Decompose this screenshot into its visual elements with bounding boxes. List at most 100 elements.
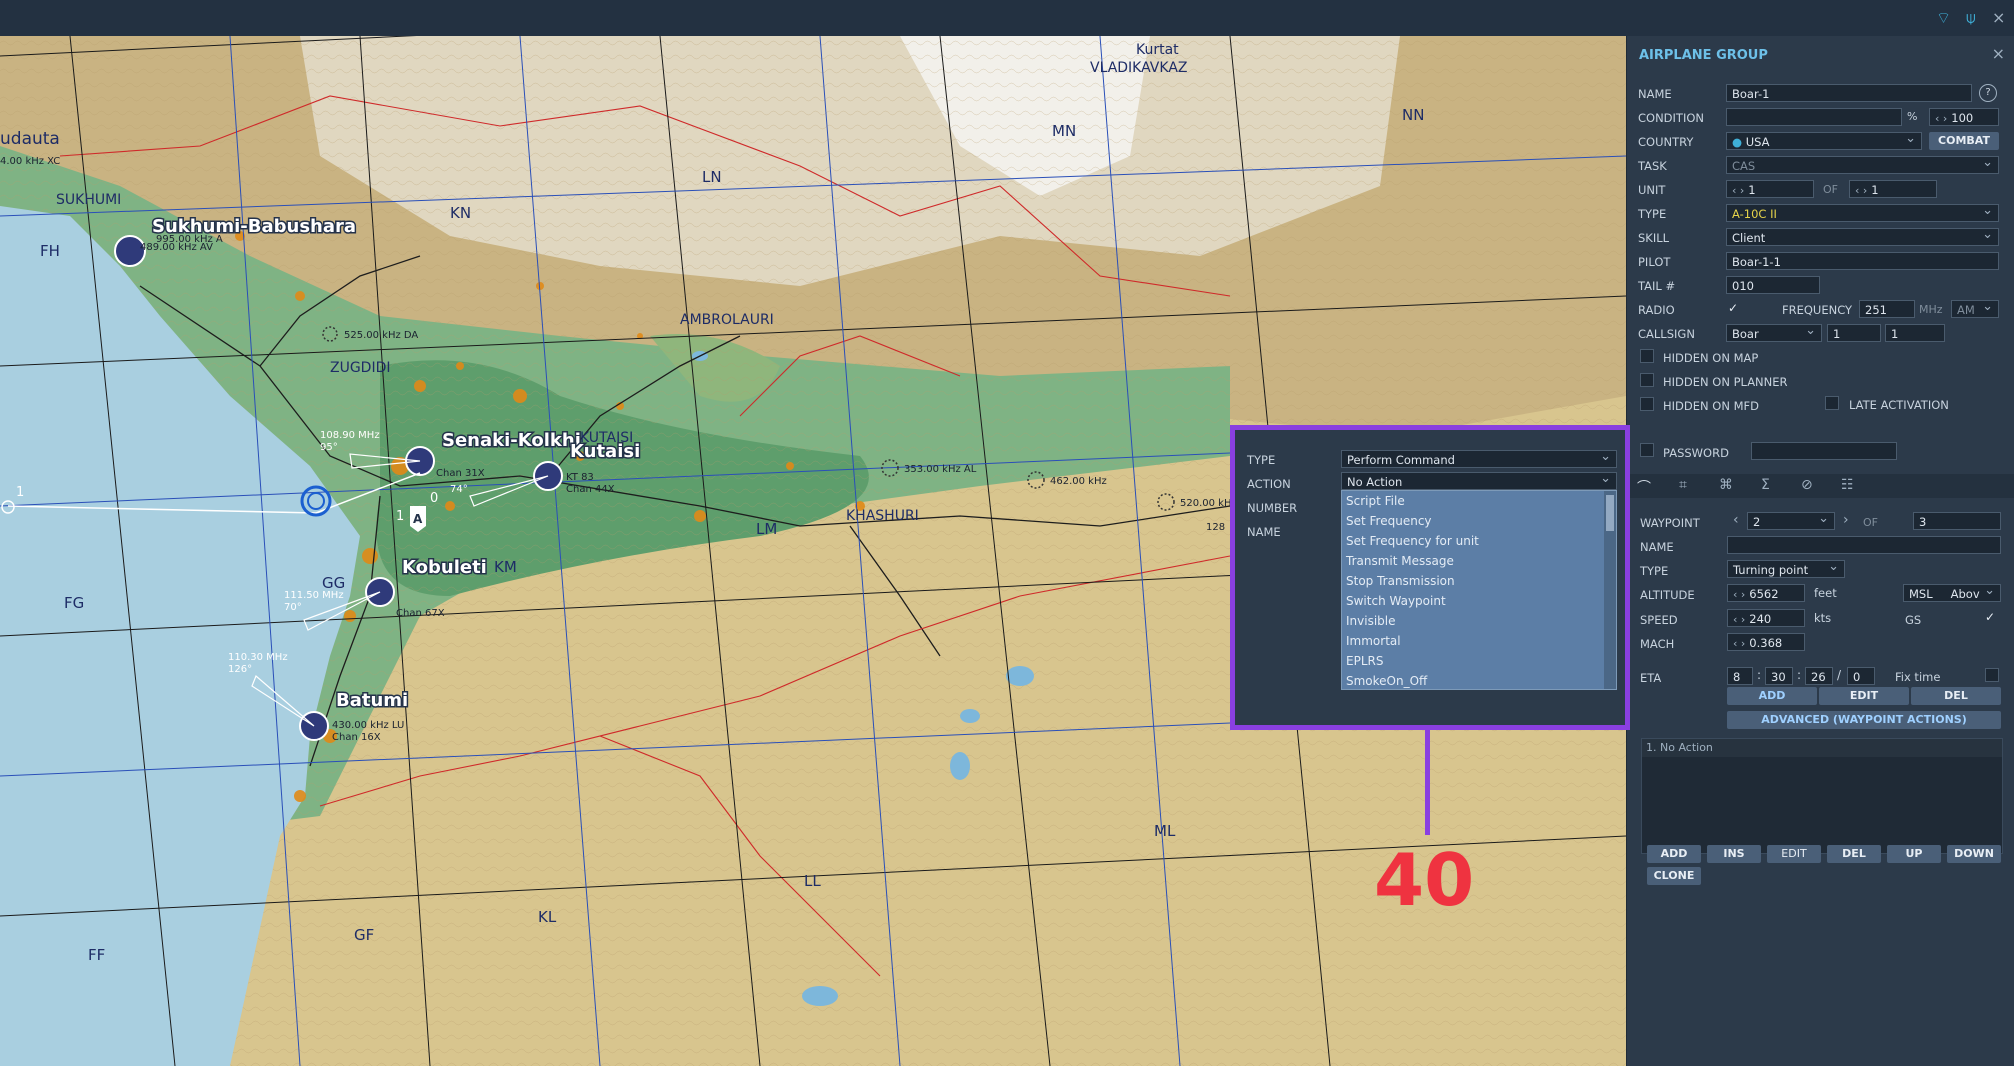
frequency-input[interactable]: 251 bbox=[1859, 300, 1915, 318]
unit-total-input[interactable]: ‹ › 1 bbox=[1849, 180, 1937, 198]
summary-tool-icon[interactable]: Σ bbox=[1761, 477, 1770, 493]
tail-label: TAIL # bbox=[1638, 279, 1676, 293]
task-select[interactable]: CAS bbox=[1726, 156, 1999, 174]
grid-label: LM bbox=[756, 520, 777, 538]
popup-action-select[interactable]: No Action bbox=[1341, 472, 1617, 490]
payload-tool-icon[interactable]: ☷ bbox=[1841, 477, 1854, 493]
percent-label: % bbox=[1907, 110, 1918, 123]
hidden-planner-checkbox[interactable] bbox=[1640, 373, 1654, 387]
name-input[interactable]: Boar-1 bbox=[1726, 84, 1972, 102]
action-edit-button[interactable]: EDIT bbox=[1767, 845, 1821, 863]
tail-input[interactable]: 010 bbox=[1726, 276, 1820, 294]
actions-list[interactable]: 1. No Action bbox=[1641, 738, 2003, 854]
waypoint-total-input[interactable]: 3 bbox=[1913, 512, 2001, 530]
grid-label: FF bbox=[88, 946, 105, 964]
eta-label: ETA bbox=[1640, 671, 1662, 685]
action-up-button[interactable]: UP bbox=[1887, 845, 1941, 863]
gs-checkbox[interactable]: ✓ bbox=[1983, 611, 1997, 625]
action-options-list[interactable]: Script File Set Frequency Set Frequency … bbox=[1341, 490, 1617, 690]
type-select[interactable]: A-10C II bbox=[1726, 204, 1999, 222]
speed-input[interactable]: ‹ › 240 bbox=[1727, 609, 1805, 627]
option-switch-waypoint[interactable]: Switch Waypoint bbox=[1342, 591, 1616, 611]
combat-button[interactable]: COMBAT bbox=[1929, 132, 1999, 150]
waypoint-of-label: OF bbox=[1863, 516, 1878, 529]
option-eplrs[interactable]: EPLRS bbox=[1342, 651, 1616, 671]
action-del-button[interactable]: DEL bbox=[1827, 845, 1881, 863]
late-activation-checkbox[interactable] bbox=[1825, 396, 1839, 410]
action-down-button[interactable]: DOWN bbox=[1947, 845, 2001, 863]
callsign-select[interactable]: Boar bbox=[1726, 324, 1822, 342]
eta-minutes[interactable]: 30 bbox=[1765, 667, 1793, 685]
airplane-group-panel: AIRPLANE GROUP × NAME Boar-1 ? CONDITION… bbox=[1626, 36, 2014, 1066]
waypoint-select[interactable]: 2 bbox=[1747, 512, 1835, 530]
action-ins-button[interactable]: INS bbox=[1707, 845, 1761, 863]
option-set-frequency-unit[interactable]: Set Frequency for unit bbox=[1342, 531, 1616, 551]
wp-add-button[interactable]: ADD bbox=[1727, 687, 1817, 705]
ils-label: 74° bbox=[450, 484, 468, 495]
antenna-icon[interactable]: ⍦ bbox=[1966, 8, 1976, 28]
svg-text:0: 0 bbox=[430, 491, 438, 506]
radio-checkbox[interactable]: ✓ bbox=[1726, 302, 1740, 316]
waypoint-next-icon[interactable]: › bbox=[1843, 512, 1849, 528]
route-tool-icon[interactable]: ⌒ bbox=[1637, 477, 1651, 497]
callsign-number-2[interactable]: 1 bbox=[1885, 324, 1945, 342]
wp-type-select[interactable]: Turning point bbox=[1727, 560, 1845, 578]
option-transmit-message[interactable]: Transmit Message bbox=[1342, 551, 1616, 571]
wp-type-label: TYPE bbox=[1640, 564, 1669, 578]
condition-bar[interactable] bbox=[1726, 108, 1902, 126]
action-list-item[interactable]: 1. No Action bbox=[1642, 739, 2002, 757]
popup-type-select[interactable]: Perform Command bbox=[1341, 450, 1617, 468]
option-script-file[interactable]: Script File bbox=[1342, 491, 1616, 511]
mach-input[interactable]: ‹ › 0.368 bbox=[1727, 633, 1805, 651]
ils-label: 110.30 MHz bbox=[228, 652, 288, 663]
annotation-number: 40 bbox=[1374, 838, 1475, 922]
option-stop-transmission[interactable]: Stop Transmission bbox=[1342, 571, 1616, 591]
eta-seconds[interactable]: 26 bbox=[1805, 667, 1833, 685]
option-set-frequency[interactable]: Set Frequency bbox=[1342, 511, 1616, 531]
close-icon[interactable]: × bbox=[1992, 8, 2005, 27]
help-button[interactable]: ? bbox=[1979, 84, 1997, 102]
tacan-label: Chan 31X bbox=[436, 468, 485, 479]
password-input[interactable] bbox=[1751, 442, 1897, 460]
callsign-number-1[interactable]: 1 bbox=[1827, 324, 1881, 342]
action-clone-button[interactable]: CLONE bbox=[1647, 867, 1701, 885]
hidden-mfd-checkbox[interactable] bbox=[1640, 397, 1654, 411]
mhz-label: MHz bbox=[1919, 303, 1943, 316]
modulation-select[interactable]: AM bbox=[1951, 300, 1999, 318]
panel-close-button[interactable]: × bbox=[1992, 44, 2005, 63]
condition-input[interactable]: ‹ › 100 bbox=[1929, 108, 1999, 126]
skill-select[interactable]: Client bbox=[1726, 228, 1999, 246]
advanced-actions-button[interactable]: ADVANCED (WAYPOINT ACTIONS) bbox=[1727, 711, 2001, 729]
popup-number-label: NUMBER bbox=[1247, 501, 1298, 515]
wp-del-button[interactable]: DEL bbox=[1911, 687, 2001, 705]
pilot-input[interactable]: Boar-1-1 bbox=[1726, 252, 1999, 270]
eta-days[interactable]: 0 bbox=[1847, 667, 1875, 685]
place-label: udauta bbox=[0, 129, 60, 149]
beacon-label: KT 83 bbox=[566, 472, 594, 483]
target-tool-icon[interactable]: ⌗ bbox=[1679, 477, 1687, 493]
grid-label: MN bbox=[1052, 122, 1076, 140]
beacon-label: 462.00 kHz bbox=[1050, 476, 1107, 487]
action-add-button[interactable]: ADD bbox=[1647, 845, 1701, 863]
wp-edit-button[interactable]: EDIT bbox=[1819, 687, 1909, 705]
place-label: SUKHUMI bbox=[56, 192, 121, 208]
altitude-input[interactable]: ‹ › 6562 bbox=[1727, 584, 1805, 602]
grid-label: KL bbox=[538, 908, 557, 926]
wp-name-input[interactable] bbox=[1727, 536, 2001, 554]
altitude-ref-select[interactable]: MSL Abov bbox=[1903, 584, 2001, 602]
popup-action-label: ACTION bbox=[1247, 477, 1291, 491]
hidden-map-checkbox[interactable] bbox=[1640, 349, 1654, 363]
option-smoke-on-off[interactable]: SmokeOn_Off bbox=[1342, 671, 1616, 689]
option-immortal[interactable]: Immortal bbox=[1342, 631, 1616, 651]
unit-input[interactable]: ‹ › 1 bbox=[1726, 180, 1814, 198]
option-invisible[interactable]: Invisible bbox=[1342, 611, 1616, 631]
ils-label: 108.90 MHz bbox=[320, 430, 380, 441]
waypoint-prev-icon[interactable]: ‹ bbox=[1733, 512, 1739, 528]
failures-tool-icon[interactable]: ⊘ bbox=[1801, 477, 1813, 493]
country-select[interactable]: ● USA bbox=[1726, 132, 1922, 150]
fix-time-checkbox[interactable] bbox=[1985, 668, 1999, 682]
eta-hours[interactable]: 8 bbox=[1727, 667, 1753, 685]
options-scrollbar[interactable] bbox=[1604, 491, 1616, 689]
triggers-tool-icon[interactable]: ⌘ bbox=[1719, 477, 1733, 493]
password-checkbox[interactable] bbox=[1640, 443, 1654, 457]
